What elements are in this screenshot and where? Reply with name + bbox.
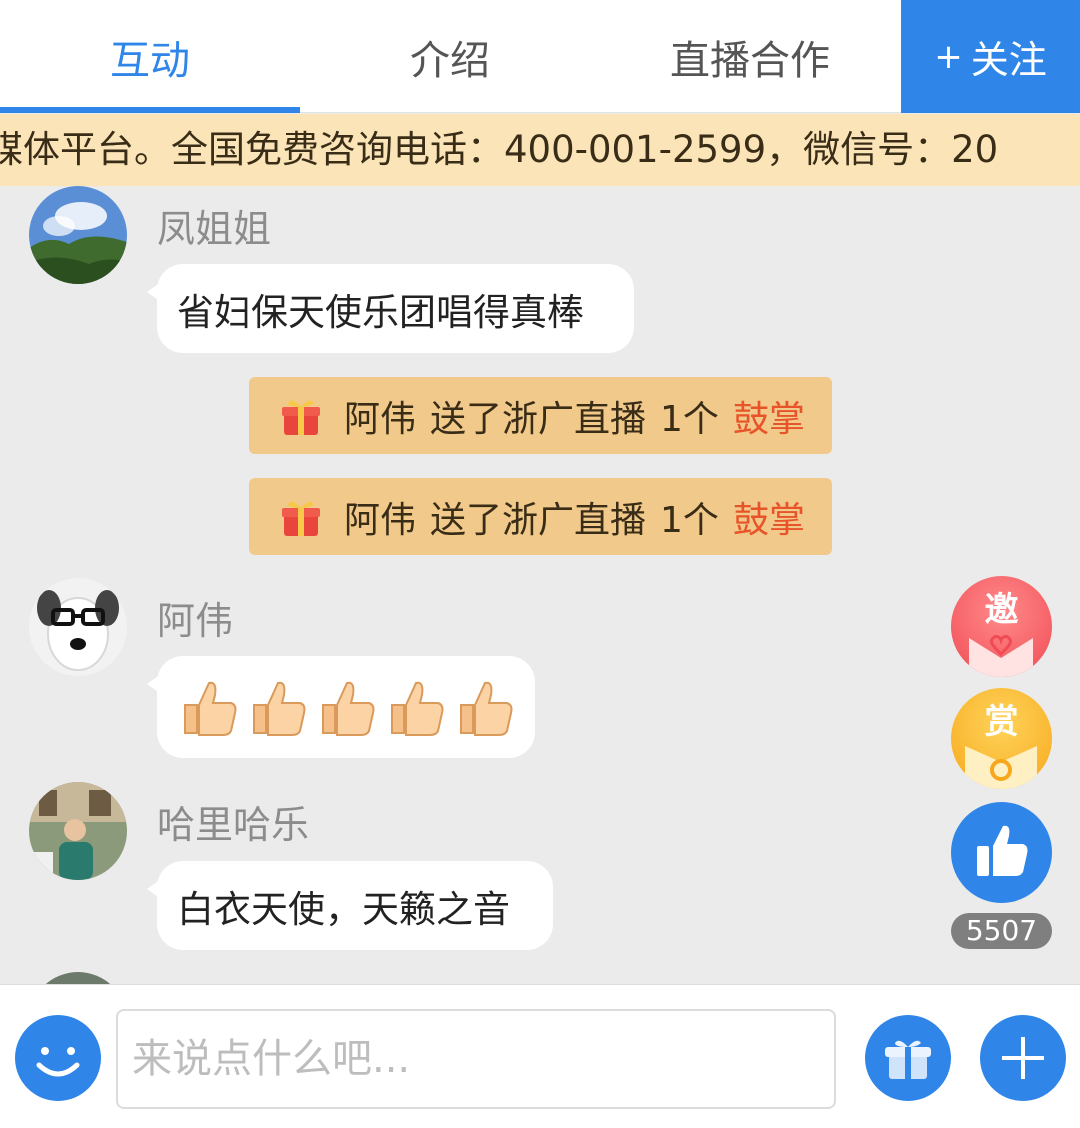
follow-button[interactable]: + 关注 (901, 0, 1080, 113)
thumbs-up-emoji-icon (246, 675, 310, 739)
tab-introduction[interactable]: 介绍 (300, 0, 600, 113)
announcement-text: 媒体平台。全国免费咨询电话：400-001-2599，微信号：20 (0, 128, 999, 171)
message-input[interactable] (116, 1009, 836, 1109)
more-options-button[interactable] (980, 1015, 1066, 1101)
smiley-icon (36, 1047, 80, 1077)
plus-icon: + (934, 36, 963, 77)
gift-notification: 阿伟 送了浙广直播 1个 鼓掌 (249, 478, 832, 555)
message-username: 哈里哈乐 (157, 803, 310, 847)
avatar[interactable] (29, 782, 127, 880)
active-tab-indicator (0, 107, 300, 113)
thumbs-up-emoji-icon (453, 675, 517, 739)
gift-button[interactable] (865, 1015, 951, 1101)
gift-count: 1个 (660, 398, 719, 440)
thumbs-up-emoji-icon (315, 675, 379, 739)
gift-notification: 阿伟 送了浙广直播 1个 鼓掌 (249, 377, 832, 454)
message-username: 凤姐姐 (157, 207, 272, 251)
thumbs-up-emoji-icon (177, 675, 241, 739)
coin-envelope-icon (965, 746, 1037, 789)
envelope-heart-icon (969, 635, 1033, 677)
chat-list[interactable]: 凤姐姐 省妇保天使乐团唱得真棒 阿伟 送了浙广直播 1个 鼓掌 阿伟 送了浙广直… (0, 186, 1080, 984)
avatar[interactable] (29, 186, 127, 284)
reward-button[interactable]: 赏 (951, 688, 1052, 789)
announcement-marquee: 媒体平台。全国免费咨询电话：400-001-2599，微信号：20 (0, 114, 1080, 186)
message-bubble: 省妇保天使乐团唱得真棒 (147, 264, 634, 353)
message-bubble: 白衣天使，天籁之音 (147, 861, 553, 950)
gift-name: 鼓掌 (732, 398, 805, 440)
tab-live-cooperation[interactable]: 直播合作 (600, 0, 900, 113)
thumbs-up-emoji-icon (384, 675, 448, 739)
gift-icon (282, 400, 320, 435)
follow-label: 关注 (970, 38, 1047, 82)
emoji-button[interactable] (15, 1015, 101, 1101)
gift-action: 送了浙广直播 (430, 499, 647, 541)
message-bubble (147, 656, 535, 758)
avatar[interactable] (29, 578, 127, 676)
gift-name: 鼓掌 (732, 499, 805, 541)
gift-action: 送了浙广直播 (430, 398, 647, 440)
gift-sender: 阿伟 (344, 398, 417, 440)
avatar[interactable] (29, 972, 127, 984)
gift-icon (885, 1040, 931, 1079)
like-button[interactable] (951, 802, 1052, 903)
gift-icon (282, 501, 320, 536)
gift-count: 1个 (660, 499, 719, 541)
input-bar (0, 984, 1080, 1128)
tab-interaction[interactable]: 互动 (0, 0, 300, 113)
gift-sender: 阿伟 (344, 499, 417, 541)
invite-button[interactable]: 邀 (951, 576, 1052, 677)
message-username: 阿伟 (157, 599, 234, 643)
plus-icon (1002, 1037, 1044, 1079)
like-icon (977, 825, 1028, 876)
like-count-badge: 5507 (951, 913, 1052, 949)
